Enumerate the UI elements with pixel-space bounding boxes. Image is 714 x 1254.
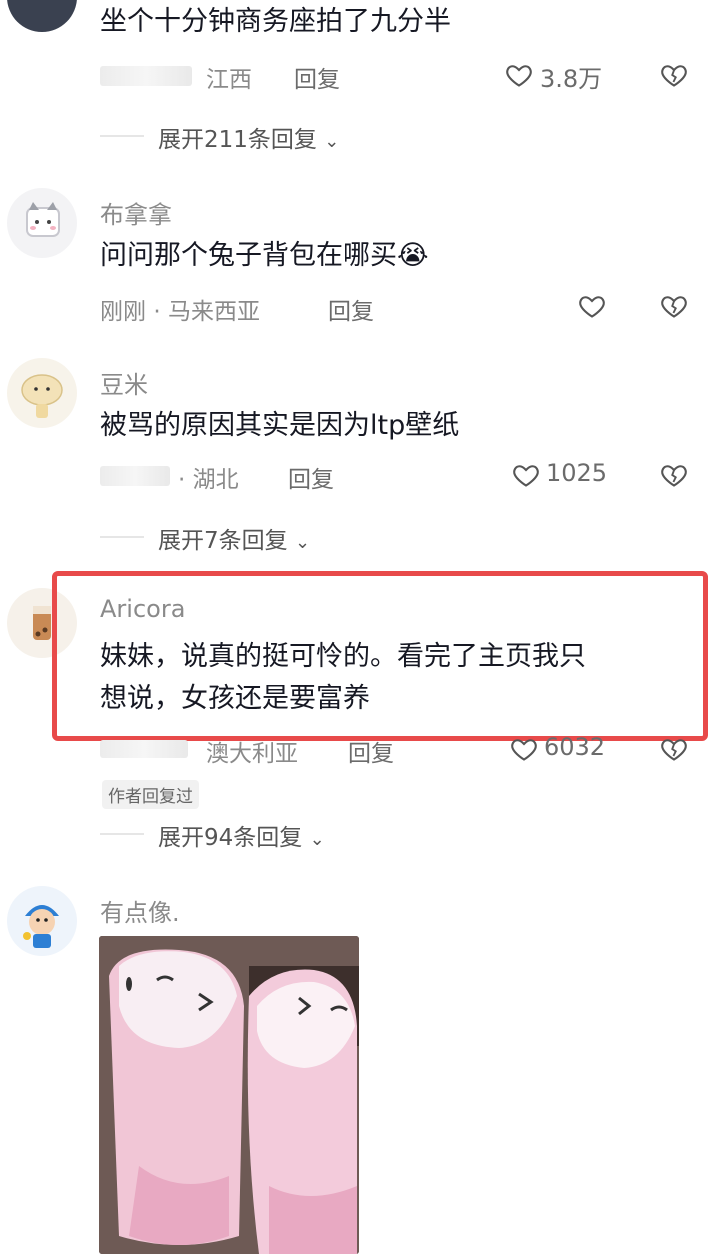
avatar[interactable] — [7, 188, 77, 258]
comment-location: 江西 — [206, 67, 252, 93]
expand-divider — [100, 833, 144, 835]
comment-meta: · 湖北 — [178, 467, 239, 493]
avatar[interactable] — [7, 886, 77, 956]
expand-label: 展开7条回复 — [158, 528, 288, 554]
dislike-icon[interactable] — [660, 735, 688, 763]
blurred-time — [100, 66, 192, 86]
like-count: 6032 — [544, 733, 606, 761]
expand-label: 展开211条回复 — [158, 127, 317, 153]
chevron-down-icon: ⌄ — [294, 532, 311, 553]
chevron-down-icon: ⌄ — [324, 131, 340, 152]
dumpling-avatar-icon — [21, 374, 63, 418]
comment-location: 澳大利亚 — [206, 741, 298, 767]
blurred-time — [100, 740, 188, 758]
expand-label: 展开94条回复 — [158, 825, 303, 851]
comment-time: 刚刚 — [100, 299, 146, 325]
like-count: 3.8万 — [540, 65, 603, 93]
heart-icon[interactable] — [512, 461, 540, 489]
comment-text-line-1: 妹妹，说真的挺可怜的。看完了主页我只 — [100, 641, 586, 672]
username[interactable]: Aricora — [100, 595, 185, 623]
heart-icon[interactable] — [510, 735, 538, 763]
author-replied-badge: 作者回复过 — [102, 780, 199, 809]
comment-location: 马来西亚 — [167, 299, 260, 325]
rabbit-bag-photo — [99, 936, 359, 1254]
reply-button[interactable]: 回复 — [294, 60, 340, 94]
comment-meta: 刚刚 · 马来西亚 — [100, 299, 260, 325]
expand-replies-button[interactable]: 展开211条回复 ⌄ — [158, 120, 339, 154]
heart-icon[interactable] — [578, 292, 606, 320]
comment-location: 湖北 — [192, 467, 239, 493]
cartoon-boy-avatar-icon — [23, 905, 59, 948]
expand-replies-button[interactable]: 展开7条回复 ⌄ — [158, 521, 310, 555]
reply-button[interactable]: 回复 — [288, 460, 334, 494]
dislike-icon[interactable] — [660, 461, 688, 489]
expand-divider — [100, 536, 144, 538]
avatar[interactable] — [7, 358, 77, 428]
comment-text: 被骂的原因其实是因为ltp壁纸 — [100, 410, 460, 441]
dislike-icon[interactable] — [660, 292, 688, 320]
avatar[interactable] — [7, 0, 77, 32]
blurred-time — [100, 466, 170, 486]
reply-button[interactable]: 回复 — [328, 292, 374, 326]
username[interactable]: 布拿拿 — [100, 195, 172, 230]
expand-replies-button[interactable]: 展开94条回复 ⌄ — [158, 818, 325, 852]
expand-divider — [100, 135, 144, 137]
comment-text: 问问那个兔子背包在哪买😭 — [100, 240, 429, 271]
comment-text: 坐个十分钟商务座拍了九分半 — [100, 6, 451, 37]
heart-icon[interactable] — [505, 61, 533, 89]
comment-text-line-2: 想说，女孩还是要富养 — [100, 683, 370, 714]
comment-image[interactable] — [99, 936, 359, 1254]
username[interactable]: 有点像. — [100, 893, 180, 928]
like-count: 1025 — [546, 459, 608, 487]
reply-button[interactable]: 回复 — [348, 734, 394, 768]
chevron-down-icon: ⌄ — [309, 829, 325, 850]
username[interactable]: 豆米 — [100, 365, 148, 400]
dislike-icon[interactable] — [660, 61, 688, 89]
cat-avatar-icon — [26, 202, 60, 237]
